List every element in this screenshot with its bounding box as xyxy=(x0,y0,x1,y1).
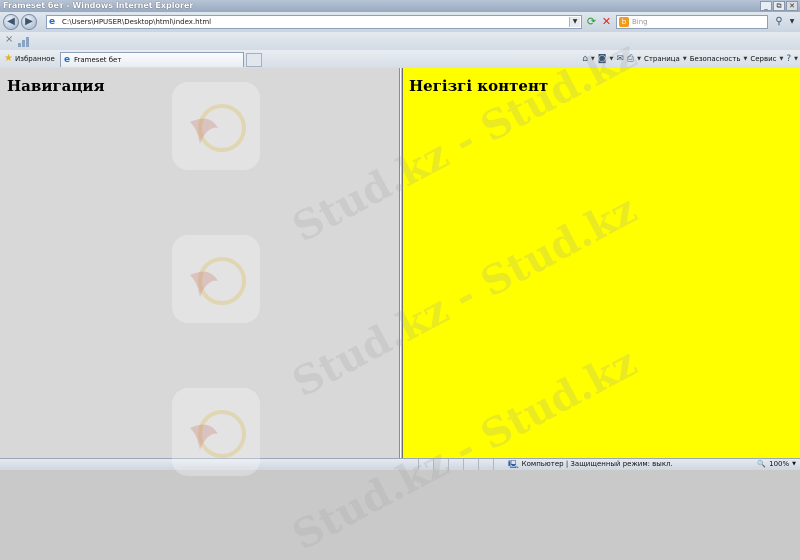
page-menu[interactable]: Страница xyxy=(644,55,680,63)
tools-menu[interactable]: Сервис xyxy=(750,55,776,63)
status-bar: 🖳 Компьютер | Защищенный режим: выкл. 🔍 … xyxy=(0,458,800,470)
zoom-dropdown-icon: ▼ xyxy=(792,461,796,467)
tab-current[interactable]: e Frameset бет xyxy=(60,52,244,67)
navigation-heading: Навигация xyxy=(7,77,105,95)
address-toolbar: ◀ ▶ e C:\Users\HPUSER\Desktop\html\index… xyxy=(0,12,800,32)
computer-icon: 🖳 xyxy=(508,460,519,469)
command-bar: ⌂ ▼ ◙ ▼ ✉ ⎙ ▼ Страница ▼ Безопасность ▼ Серви… xyxy=(582,54,798,64)
print-icon[interactable]: ⎙ xyxy=(627,54,634,64)
help-icon[interactable]: ? xyxy=(786,54,791,64)
refresh-button[interactable]: ⟳ xyxy=(585,15,598,28)
bing-icon: b xyxy=(619,17,629,27)
favorites-button[interactable]: Избранное xyxy=(15,50,55,68)
refresh-icon: ⟳ xyxy=(586,15,597,28)
chart-bars-icon xyxy=(18,35,32,47)
navigation-frame: Навигация xyxy=(0,68,400,458)
stop-icon: ✕ xyxy=(601,15,612,28)
search-placeholder: Bing xyxy=(632,18,648,26)
search-options-button[interactable]: ▼ xyxy=(787,15,797,29)
address-field[interactable]: e C:\Users\HPUSER\Desktop\html\index.htm… xyxy=(46,15,582,29)
favorites-bar: ★ Избранное e Frameset бет ⌂ ▼ ◙ ▼ ✉ ⎙ ▼ Ст… xyxy=(0,50,800,69)
window-titlebar: Frameset бет - Windows Internet Explorer… xyxy=(0,0,800,12)
status-cells xyxy=(418,459,508,470)
zoom-icon: 🔍 xyxy=(757,460,767,468)
address-dropdown-button[interactable]: ▼ xyxy=(569,17,580,27)
zoom-control[interactable]: 🔍 100% ▼ xyxy=(757,459,796,470)
back-icon: ◀ xyxy=(7,16,15,27)
zoom-level: 100% xyxy=(769,460,790,468)
home-icon[interactable]: ⌂ xyxy=(582,54,588,64)
window-controls: _ ⧉ ✕ xyxy=(760,1,798,11)
stop-button[interactable]: ✕ xyxy=(600,15,613,28)
security-menu[interactable]: Безопасность xyxy=(690,55,741,63)
search-button[interactable]: ⚲ xyxy=(772,15,786,29)
favorites-star-icon[interactable]: ★ xyxy=(4,53,13,65)
zone-text: Компьютер | Защищенный режим: выкл. xyxy=(521,460,673,468)
forward-icon: ▶ xyxy=(25,16,33,27)
rss-icon[interactable]: ◙ xyxy=(598,54,607,64)
ie-icon: e xyxy=(64,55,71,65)
restore-button[interactable]: ⧉ xyxy=(773,1,785,11)
close-button[interactable]: ✕ xyxy=(786,1,798,11)
search-icon: ⚲ xyxy=(775,16,783,27)
new-tab-button[interactable] xyxy=(246,53,262,67)
back-button[interactable]: ◀ xyxy=(3,14,19,30)
command-row: × xyxy=(0,32,800,51)
content-heading: Негізгі контент xyxy=(409,77,549,95)
close-bar-icon[interactable]: × xyxy=(5,34,13,45)
address-url: C:\Users\HPUSER\Desktop\html\index.html xyxy=(62,18,212,26)
page-icon: e xyxy=(49,17,56,27)
security-zone[interactable]: 🖳 Компьютер | Защищенный режим: выкл. xyxy=(508,459,673,470)
window-title: Frameset бет - Windows Internet Explorer xyxy=(3,1,194,10)
mail-icon[interactable]: ✉ xyxy=(616,54,624,64)
forward-button[interactable]: ▶ xyxy=(21,14,37,30)
minimize-button[interactable]: _ xyxy=(760,1,772,11)
search-input[interactable]: b Bing xyxy=(616,15,768,29)
content-frame: Негізгі контент xyxy=(403,68,800,458)
tab-title: Frameset бет xyxy=(74,56,122,64)
